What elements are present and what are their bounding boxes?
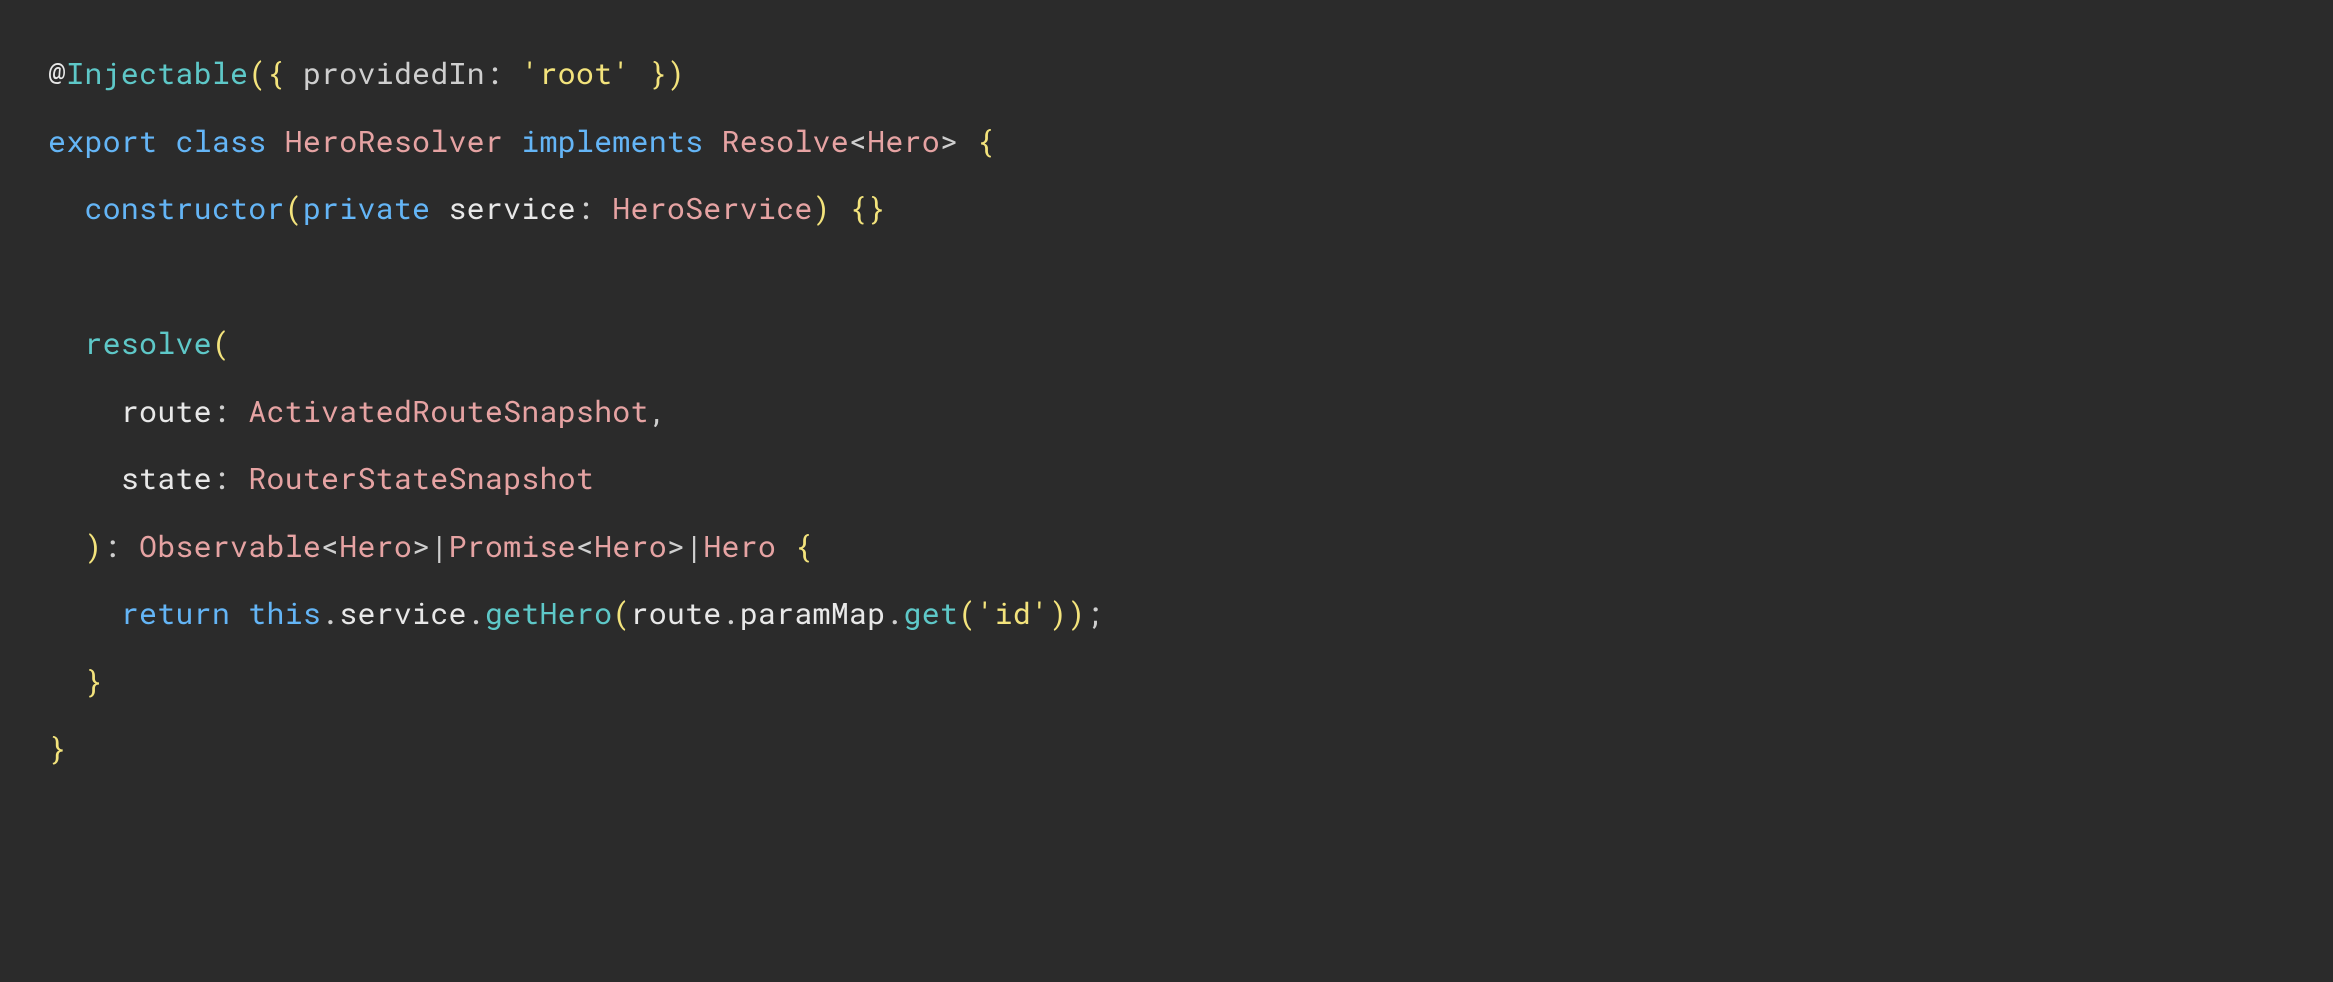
decorator-name: Injectable (66, 54, 248, 93)
kw-implements: implements (521, 122, 703, 161)
code-line: resolve( (48, 324, 230, 363)
method-name: resolve (84, 324, 211, 363)
type-name: Hero (703, 527, 776, 566)
generic-param: Hero (594, 527, 667, 566)
dot: . (467, 594, 485, 633)
angle-close: > (940, 122, 958, 161)
paren-close: ) (813, 189, 831, 228)
kw-return: return (121, 594, 230, 633)
code-line: } (48, 729, 66, 768)
code-line: export class HeroResolver implements Res… (48, 122, 995, 161)
brace-close: } (631, 54, 667, 93)
code-line: @Injectable({ providedIn: 'root' }) (48, 54, 685, 93)
code-line: } (48, 662, 103, 701)
type-name: Observable (139, 527, 321, 566)
paren-close: ) (1067, 594, 1085, 633)
kw-export: export (48, 122, 157, 161)
type-name: Promise (448, 527, 575, 566)
code-line: state: RouterStateSnapshot (48, 459, 594, 498)
dot: . (722, 594, 740, 633)
brace-open: { (849, 189, 867, 228)
class-name: HeroResolver (285, 122, 503, 161)
iface-name: Resolve (722, 122, 849, 161)
param-name: service (448, 189, 575, 228)
string-literal: 'id' (976, 594, 1049, 633)
ident: route (631, 594, 722, 633)
brace-open: { (794, 527, 812, 566)
kw-constructor: constructor (84, 189, 284, 228)
colon: : (212, 392, 248, 431)
angle-open: < (576, 527, 594, 566)
dot: . (885, 594, 903, 633)
angle-open: < (849, 122, 867, 161)
kw-class: class (175, 122, 266, 161)
param-name: state (121, 459, 212, 498)
union-pipe: | (685, 527, 703, 566)
param-type: RouterStateSnapshot (248, 459, 594, 498)
paren-open: ( (612, 594, 630, 633)
prop-access: paramMap (740, 594, 886, 633)
generic-param: Hero (867, 122, 940, 161)
brace-close: } (48, 729, 66, 768)
kw-this: this (248, 594, 321, 633)
brace-open: { (976, 122, 994, 161)
dot: . (321, 594, 339, 633)
generic-param: Hero (339, 527, 412, 566)
code-line: constructor(private service: HeroService… (48, 189, 885, 228)
prop-access: service (339, 594, 466, 633)
colon: : (103, 527, 139, 566)
paren-open: ( (248, 54, 266, 93)
angle-open: < (321, 527, 339, 566)
union-pipe: | (430, 527, 448, 566)
code-line: return this.service.getHero(route.paramM… (48, 594, 1104, 633)
comma: , (649, 392, 667, 431)
paren-close: ) (1049, 594, 1067, 633)
code-line: ): Observable<Hero>|Promise<Hero>|Hero { (48, 527, 813, 566)
prop-key: providedIn (303, 54, 485, 93)
paren-close: ) (667, 54, 685, 93)
param-type: ActivatedRouteSnapshot (248, 392, 648, 431)
brace-close: } (867, 189, 885, 228)
semicolon: ; (1086, 594, 1104, 633)
kw-private: private (303, 189, 430, 228)
angle-close: > (412, 527, 430, 566)
at-symbol: @ (48, 54, 66, 93)
param-name: route (121, 392, 212, 431)
colon: : (576, 189, 612, 228)
paren-open: ( (285, 189, 303, 228)
code-line: route: ActivatedRouteSnapshot, (48, 392, 667, 431)
method-call: getHero (485, 594, 612, 633)
colon: : (485, 54, 521, 93)
param-type: HeroService (612, 189, 812, 228)
code-block: @Injectable({ providedIn: 'root' }) expo… (0, 0, 2333, 823)
angle-close: > (667, 527, 685, 566)
paren-open: ( (958, 594, 976, 633)
brace-open: { (266, 54, 302, 93)
paren-open: ( (212, 324, 230, 363)
colon: : (212, 459, 248, 498)
brace-close: } (84, 662, 102, 701)
string-literal: 'root' (521, 54, 630, 93)
paren-close: ) (84, 527, 102, 566)
method-call: get (904, 594, 959, 633)
